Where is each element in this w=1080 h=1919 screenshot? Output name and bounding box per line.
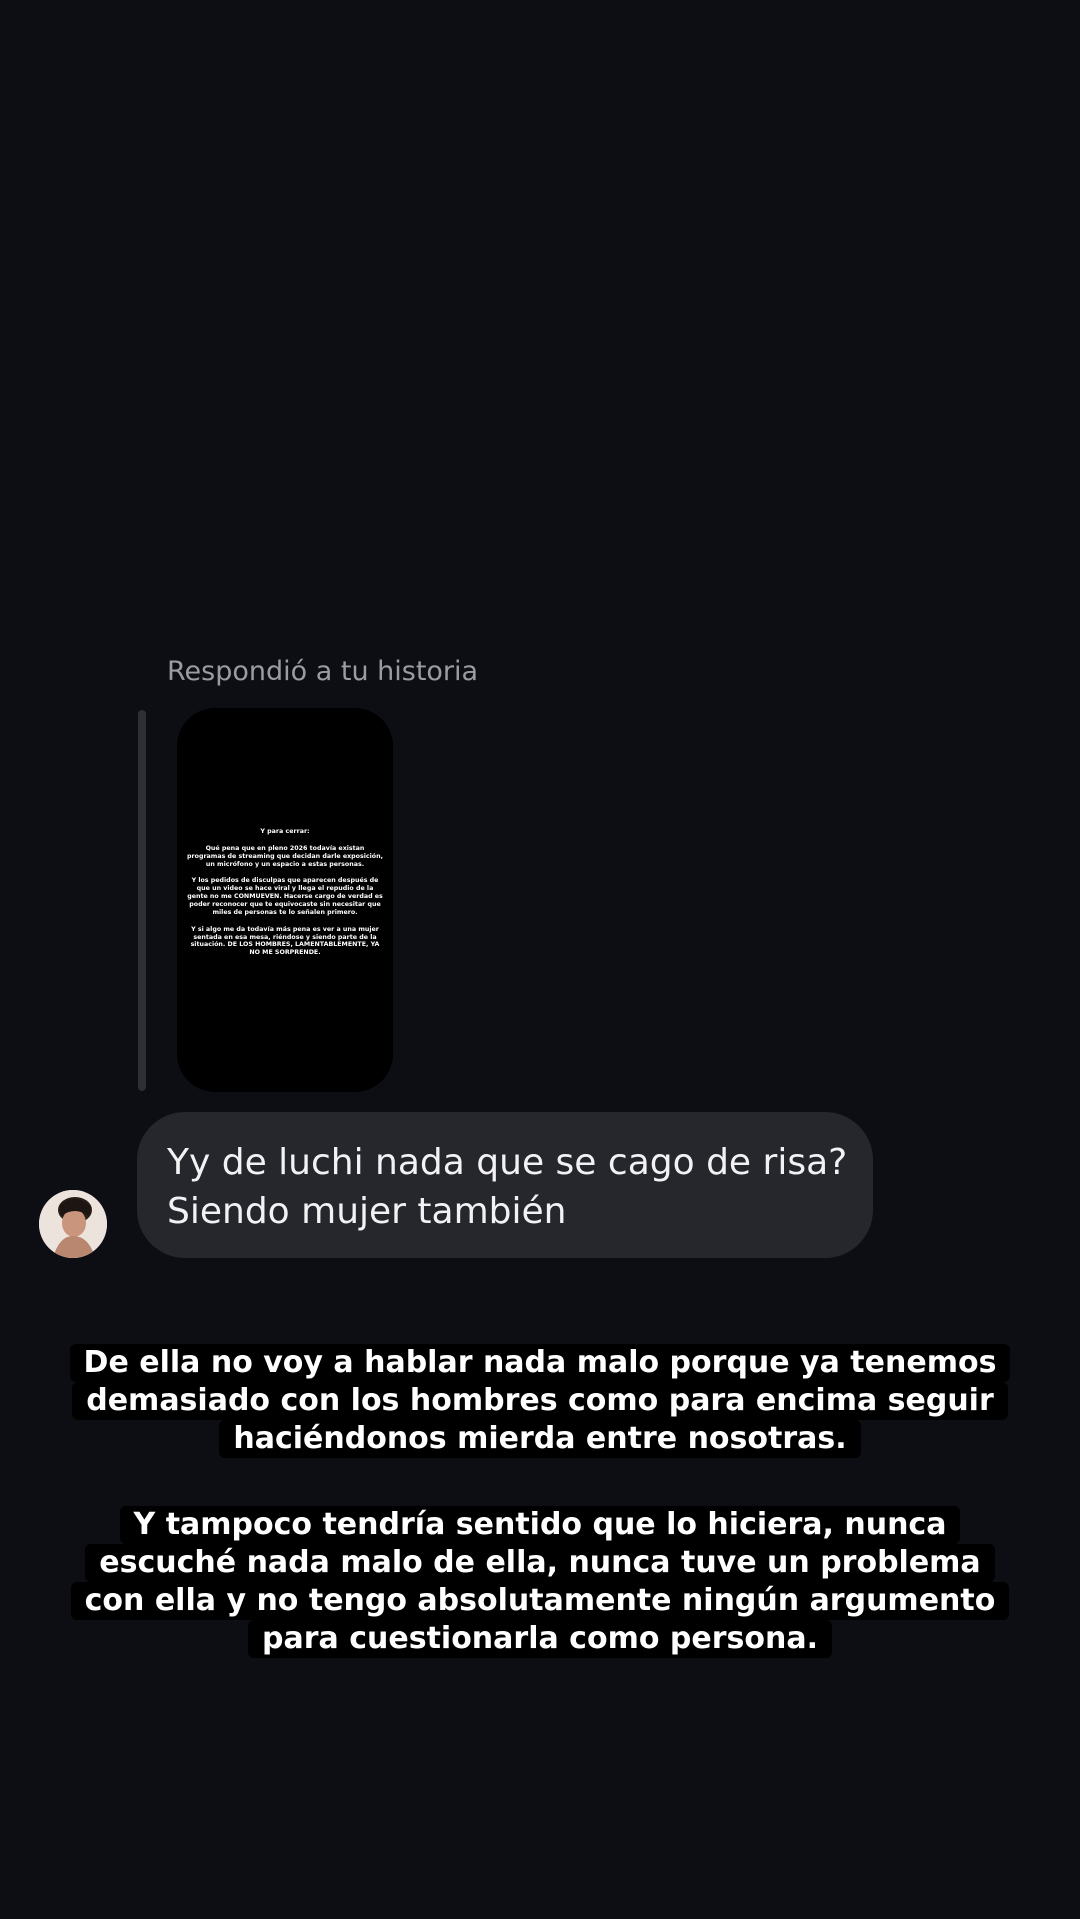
message-line: Yy de luchi nada que se cago de risa? <box>167 1142 848 1183</box>
message-line: Siendo mujer también <box>167 1191 567 1232</box>
message-text: Yy de luchi nada que se cago de risa? Si… <box>167 1138 848 1236</box>
story-paragraph: Y para cerrar: <box>260 828 310 835</box>
caption-line: escuché nada malo de ella, nunca tuve un… <box>85 1544 995 1582</box>
story-caption-block: Y tampoco tendría sentido que lo hiciera… <box>60 1506 1020 1658</box>
reply-context-label: Respondió a tu historia <box>167 656 479 687</box>
story-paragraph: Qué pena que en pleno 2026 todavía exist… <box>187 844 384 868</box>
caption-line: para cuestionarla como persona. <box>248 1620 832 1658</box>
story-preview-thumbnail[interactable]: Y para cerrar: Qué pena que en pleno 202… <box>177 708 393 1092</box>
caption-line: Y tampoco tendría sentido que lo hiciera… <box>119 1506 961 1544</box>
story-paragraph: Y si algo me da todavía más pena es ver … <box>190 925 380 957</box>
caption-line: demasiado con los hombres como para enci… <box>72 1382 1008 1420</box>
reply-quote-bar <box>138 710 146 1091</box>
avatar-photo <box>39 1190 107 1258</box>
caption-line: haciéndonos mierda entre nosotras. <box>219 1420 861 1458</box>
story-caption-block: De ella no voy a hablar nada malo porque… <box>60 1344 1020 1458</box>
caption-line: con ella y no tengo absolutamente ningún… <box>70 1582 1010 1620</box>
caption-line: De ella no voy a hablar nada malo porque… <box>69 1344 1011 1382</box>
story-paragraph: Y los pedidos de disculpas que aparecen … <box>187 877 383 916</box>
message-bubble[interactable]: Yy de luchi nada que se cago de risa? Si… <box>137 1112 873 1258</box>
story-preview-text: Y para cerrar: Qué pena que en pleno 202… <box>187 828 383 966</box>
sender-avatar[interactable] <box>39 1190 107 1258</box>
